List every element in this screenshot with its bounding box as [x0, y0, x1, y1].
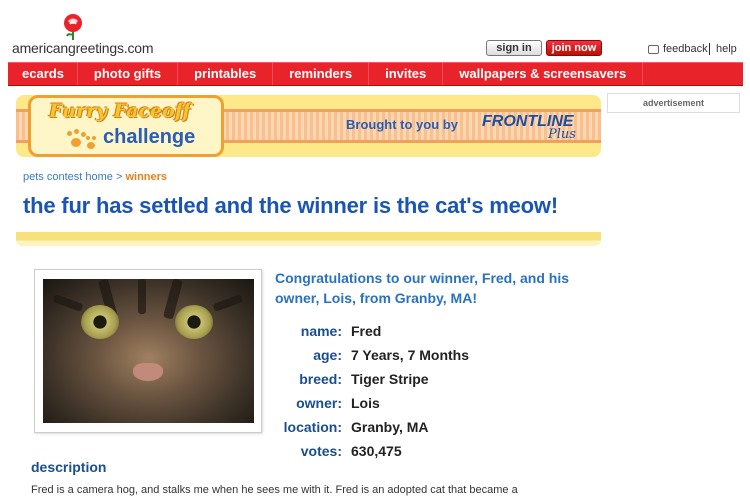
nav-item-reminders[interactable]: reminders	[273, 63, 370, 85]
cat-right-eye	[175, 305, 213, 339]
rose-logo-icon[interactable]	[62, 14, 84, 40]
breadcrumb-separator: >	[115, 171, 123, 183]
join-now-button[interactable]: join now	[546, 40, 602, 56]
help-link[interactable]: help	[716, 43, 737, 55]
headline-divider	[16, 232, 601, 246]
badge-subtitle: challenge	[103, 126, 196, 148]
nav-item-printables[interactable]: printables	[178, 63, 274, 85]
breadcrumb-current: winners	[125, 171, 168, 183]
description-text: Fred is a camera hog, and stalks me when…	[31, 484, 518, 496]
info-row-owner: owner: Lois	[275, 391, 469, 415]
cat-nose	[133, 363, 163, 381]
advertisement-label: advertisement	[607, 93, 740, 113]
info-value: Fred	[351, 323, 382, 339]
nav-item-invites[interactable]: invites	[369, 63, 444, 85]
info-value: 7 Years, 7 Months	[351, 347, 470, 363]
site-header: americangreetings.com sign in join now f…	[0, 0, 750, 60]
contest-badge[interactable]: Furry Faceoff challenge	[28, 95, 224, 157]
feedback-link[interactable]: feedback	[648, 43, 708, 55]
info-label: age:	[313, 347, 342, 363]
breadcrumb: pets contest home > winners	[23, 171, 167, 183]
info-value: Granby, MA	[351, 419, 429, 435]
info-row-location: location: Granby, MA	[275, 415, 469, 439]
page-headline: the fur has settled and the winner is th…	[23, 193, 558, 218]
speech-bubble-icon	[648, 44, 659, 54]
main-nav: ecards photo gifts printables reminders …	[8, 62, 743, 86]
header-separator	[709, 43, 710, 55]
info-row-votes: votes: 630,475	[275, 439, 469, 463]
info-row-age: age: 7 Years, 7 Months	[275, 343, 469, 367]
info-value: Lois	[351, 395, 380, 411]
winner-cat-photo	[43, 279, 254, 423]
info-label: breed:	[299, 371, 342, 387]
sign-in-button[interactable]: sign in	[486, 40, 542, 56]
cat-left-eye	[81, 305, 119, 339]
info-row-name: name: Fred	[275, 319, 469, 343]
badge-title: Furry Faceoff	[49, 100, 191, 122]
winner-photo-frame	[34, 269, 262, 433]
sponsor-logo-suffix: Plus	[548, 127, 576, 142]
site-logo-text[interactable]: americangreetings.com	[12, 40, 154, 56]
breadcrumb-home-link[interactable]: pets contest home	[23, 171, 113, 183]
sponsor-text: Brought to you by	[346, 117, 458, 132]
info-value: 630,475	[351, 443, 402, 459]
feedback-label: feedback	[663, 43, 708, 55]
info-label: votes:	[300, 443, 342, 459]
nav-item-photo-gifts[interactable]: photo gifts	[78, 63, 179, 85]
info-row-breed: breed: Tiger Stripe	[275, 367, 469, 391]
winner-congrats-text: Congratulations to our winner, Fred, and…	[275, 270, 570, 306]
nav-item-wallpapers[interactable]: wallpapers & screensavers	[443, 63, 644, 85]
description-heading: description	[31, 459, 107, 475]
winner-info: name: Fred age: 7 Years, 7 Months breed:…	[275, 319, 469, 463]
info-label: name:	[300, 323, 342, 339]
nav-item-ecards[interactable]: ecards	[8, 63, 78, 85]
info-value: Tiger Stripe	[351, 371, 429, 387]
info-label: location:	[283, 419, 342, 435]
info-label: owner:	[296, 395, 342, 411]
contest-banner: Furry Faceoff challenge Brought to you b…	[16, 95, 601, 157]
